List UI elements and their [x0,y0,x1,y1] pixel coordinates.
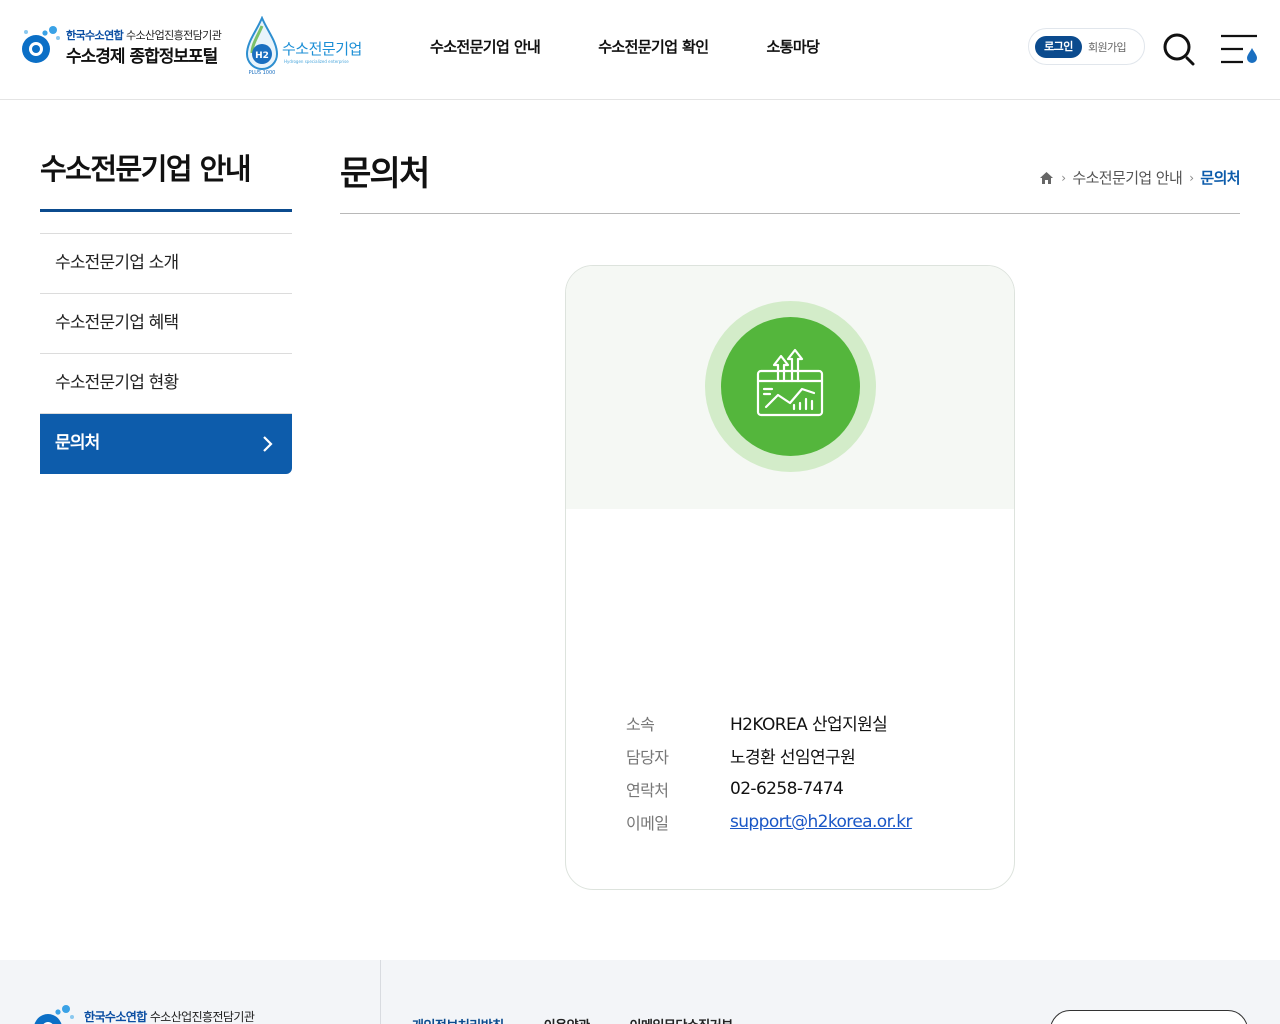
footer-logo-subtitle: 한국수소연합 수소산업진흥전담기관 [84,1010,255,1024]
contact-value: 02-6258-7474 [730,778,844,799]
logo2-badge-text: H2 [255,51,269,61]
sidebar-item-label: 수소전문기업 현황 [55,373,179,393]
chevron-right-icon [263,436,273,452]
contact-row-affiliation: 소속 H2KOREA 산업지원실 [626,706,986,739]
growth-chart-icon [756,348,824,417]
site-header: 한국수소연합 수소산업진흥전담기관 수소경제 종합정보포털 H2 PLUS 10… [0,0,1280,100]
email-refusal-link[interactable]: 이메일무단수집거부 [630,1015,734,1024]
logo2-badge-subtext: PLUS 1000 [249,70,276,76]
hydrogen-portal-logo-icon [34,1005,74,1024]
email-link[interactable]: support@h2korea.or.kr [730,812,912,832]
sidebar-item-label: 문의처 [55,433,100,453]
menu-icon[interactable] [1219,32,1259,66]
site-footer: 한국수소연합 수소산업진흥전담기관 개인정보처리방침 이용약관 이메일무단수집거… [0,960,1280,1024]
contact-value: H2KOREA 산업지원실 [730,715,888,735]
search-icon[interactable] [1162,32,1196,66]
sidebar-item-benefits[interactable]: 수소전문기업 혜택 [40,294,292,354]
contact-value: 노경환 선임연구원 [730,748,856,768]
sidebar-item-contact[interactable]: 문의처 [40,414,292,474]
portal-logo-title: 수소경제 종합정보포털 [66,47,218,67]
contact-row-email: 이메일 support@h2korea.or.kr [626,805,986,838]
sidebar-item-intro[interactable]: 수소전문기업 소개 [40,234,292,294]
breadcrumb-item[interactable]: 수소전문기업 안내 [1072,167,1182,188]
portal-logo-subtitle: 한국수소연합 수소산업진흥전담기관 [66,29,222,42]
sidebar-item-label: 수소전문기업 소개 [55,253,179,273]
contact-key: 연락처 [626,780,669,800]
nav-community[interactable]: 소통마당 [766,36,819,57]
main-navigation: 수소전문기업 안내 수소전문기업 확인 소통마당 [430,36,877,57]
breadcrumb-separator: › [1189,170,1194,185]
sidebar-item-status[interactable]: 수소전문기업 현황 [40,354,292,414]
join-link[interactable]: 회원가입 [1088,39,1127,55]
contact-info: 소속 H2KOREA 산업지원실 담당자 노경환 선임연구원 연락처 02-62… [626,706,986,838]
contact-card-header [566,266,1014,509]
sidebar-menu: 수소전문기업 소개 수소전문기업 혜택 수소전문기업 현황 문의처 [40,233,292,474]
footer-divider [380,960,381,1024]
h2-enterprise-logo-subtitle: Hydrogen specialized enterprise [284,59,349,64]
terms-link[interactable]: 이용약관 [544,1015,590,1024]
h2-enterprise-logo-link[interactable]: H2 PLUS 1000 수소전문기업 Hydrogen specialized… [244,16,374,78]
nav-enterprise-guide[interactable]: 수소전문기업 안내 [430,36,541,57]
h2-enterprise-logo-title: 수소전문기업 [282,40,362,58]
member-pill: 로그인 회원가입 [1028,28,1145,65]
contact-card: 소속 H2KOREA 산업지원실 담당자 노경환 선임연구원 연락처 02-62… [565,265,1015,890]
title-divider [340,213,1240,214]
footer-logo: 한국수소연합 수소산업진흥전담기관 [30,1000,310,1024]
contact-icon-ring [705,301,876,472]
login-button[interactable]: 로그인 [1035,36,1082,58]
page-title: 문의처 [340,154,430,194]
breadcrumb-separator: › [1061,170,1066,185]
family-site-select[interactable] [1050,1010,1248,1024]
privacy-policy-link[interactable]: 개인정보처리방침 [412,1015,504,1024]
sidebar-title-underline [40,209,292,212]
footer-links: 개인정보처리방침 이용약관 이메일무단수집거부 [412,1015,773,1024]
contact-key: 이메일 [626,813,669,833]
h2-droplet-logo-icon: H2 PLUS 1000 [245,16,279,76]
portal-logo-link[interactable]: 한국수소연합 수소산업진흥전담기관 수소경제 종합정보포털 [18,20,238,70]
contact-key: 소속 [626,714,655,734]
breadcrumb: › 수소전문기업 안내 › 문의처 [1039,167,1241,188]
contact-key: 담당자 [626,747,669,767]
contact-row-phone: 연락처 02-6258-7474 [626,772,986,805]
sidebar-item-label: 수소전문기업 혜택 [55,313,179,333]
nav-enterprise-verify[interactable]: 수소전문기업 확인 [598,36,709,57]
breadcrumb-current: 문의처 [1200,169,1240,187]
contact-row-manager: 담당자 노경환 선임연구원 [626,739,986,772]
sidebar-title: 수소전문기업 안내 [40,152,252,186]
home-icon[interactable] [1039,171,1054,185]
hydrogen-portal-logo-icon [22,26,60,63]
